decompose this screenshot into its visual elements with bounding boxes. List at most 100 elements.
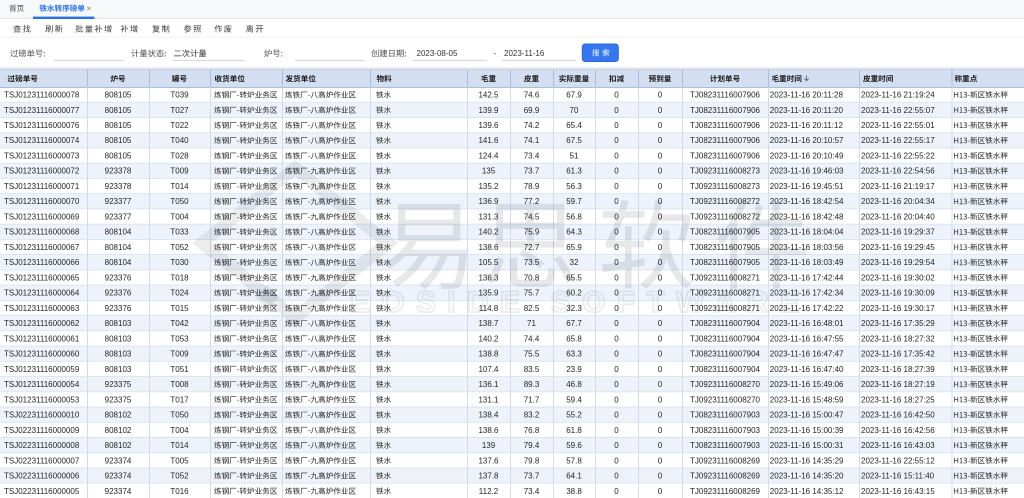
svg-text:78.9: 78.9 <box>524 182 540 191</box>
svg-text:2023-11-16 18:03:56: 2023-11-16 18:03:56 <box>770 243 844 252</box>
svg-text:70.8: 70.8 <box>524 273 540 282</box>
svg-text:114.8: 114.8 <box>479 304 499 313</box>
svg-text:TSJ01231116000078: TSJ01231116000078 <box>4 91 80 100</box>
svg-text:808103: 808103 <box>105 365 132 374</box>
svg-text:74.1: 74.1 <box>524 136 540 145</box>
svg-text:2023-11-16 18:27:39: 2023-11-16 18:27:39 <box>861 365 935 374</box>
svg-text:79.8: 79.8 <box>524 456 540 465</box>
svg-text:TSJ02231116000010: TSJ02231116000010 <box>4 411 80 420</box>
svg-text:2023-11-16 22:55:07: 2023-11-16 22:55:07 <box>861 106 935 115</box>
svg-text:808103: 808103 <box>105 319 132 328</box>
svg-text:2023-11-16 14:35:12: 2023-11-16 14:35:12 <box>770 487 844 496</box>
svg-text:TJ09231116008271: TJ09231116008271 <box>690 289 761 298</box>
svg-text:65.8: 65.8 <box>566 334 582 343</box>
svg-text:TJ08231116007904: TJ08231116007904 <box>690 319 761 328</box>
svg-text:0: 0 <box>658 487 663 496</box>
svg-text:808105: 808105 <box>105 136 132 145</box>
svg-text:TSJ02231116000006: TSJ02231116000006 <box>4 472 80 481</box>
svg-text:140.2: 140.2 <box>478 334 499 343</box>
svg-text:138.7: 138.7 <box>478 319 499 328</box>
svg-text:0: 0 <box>658 106 663 115</box>
svg-text:808105: 808105 <box>105 91 132 100</box>
svg-text:TSJ02231116000008: TSJ02231116000008 <box>4 441 80 450</box>
svg-text:136.1: 136.1 <box>478 380 499 389</box>
svg-text:0: 0 <box>658 441 663 450</box>
svg-text:T015: T015 <box>170 304 189 313</box>
svg-text:73.4: 73.4 <box>524 152 540 161</box>
svg-text:2023-11-16 20:11:12: 2023-11-16 20:11:12 <box>770 121 844 130</box>
svg-text:0: 0 <box>658 350 663 359</box>
svg-text:TSJ01231116000066: TSJ01231116000066 <box>4 258 80 267</box>
svg-text:77.2: 77.2 <box>524 197 540 206</box>
svg-text:TSJ02231116000005: TSJ02231116000005 <box>4 487 80 496</box>
svg-text:138.8: 138.8 <box>478 350 499 359</box>
svg-text:923375: 923375 <box>105 380 132 389</box>
svg-text:0: 0 <box>614 197 619 206</box>
svg-text:TSJ01231116000069: TSJ01231116000069 <box>4 212 80 221</box>
svg-text:T052: T052 <box>170 472 189 481</box>
svg-text:55.2: 55.2 <box>566 411 582 420</box>
svg-text:2023-11-16 22:55:12: 2023-11-16 22:55:12 <box>861 456 935 465</box>
svg-text:0: 0 <box>658 472 663 481</box>
svg-text:808103: 808103 <box>105 334 132 343</box>
svg-text:60.2: 60.2 <box>566 289 582 298</box>
svg-text:TJ08231116007903: TJ08231116007903 <box>690 441 761 450</box>
svg-text:74.6: 74.6 <box>524 91 540 100</box>
svg-text:TJ08231116007905: TJ08231116007905 <box>690 228 761 237</box>
svg-text:38.8: 38.8 <box>566 487 582 496</box>
svg-text:T033: T033 <box>170 228 189 237</box>
svg-text:TSJ01231116000074: TSJ01231116000074 <box>4 136 80 145</box>
svg-text:70: 70 <box>570 106 579 115</box>
svg-text:112.2: 112.2 <box>479 487 499 496</box>
svg-text:TSJ01231116000053: TSJ01231116000053 <box>4 395 80 404</box>
svg-text:74.5: 74.5 <box>524 212 540 221</box>
svg-text:TJ08231116007903: TJ08231116007903 <box>690 411 761 420</box>
svg-text:923377: 923377 <box>105 197 132 206</box>
svg-text:2023-11-16 21:19:17: 2023-11-16 21:19:17 <box>861 182 935 191</box>
svg-text:TJ08231116007905: TJ08231116007905 <box>690 258 761 267</box>
svg-text:TSJ01231116000073: TSJ01231116000073 <box>4 152 80 161</box>
svg-text:2023-11-16 19:29:54: 2023-11-16 19:29:54 <box>861 258 935 267</box>
svg-text:2023-11-16 20:04:40: 2023-11-16 20:04:40 <box>861 212 935 221</box>
svg-text:TSJ01231116000063: TSJ01231116000063 <box>4 304 80 313</box>
svg-text:0: 0 <box>614 106 619 115</box>
svg-text:2023-11-16 19:30:09: 2023-11-16 19:30:09 <box>861 289 935 298</box>
svg-text:135.9: 135.9 <box>478 289 499 298</box>
svg-text:TSJ01231116000059: TSJ01231116000059 <box>4 365 80 374</box>
svg-text:T039: T039 <box>170 91 189 100</box>
svg-text:73.7: 73.7 <box>524 167 540 176</box>
svg-text:2023-11-16 18:27:25: 2023-11-16 18:27:25 <box>861 395 935 404</box>
svg-text:TJ08231116007905: TJ08231116007905 <box>690 243 761 252</box>
svg-text:2023-11-16 18:27:32: 2023-11-16 18:27:32 <box>861 334 935 343</box>
svg-text:923374: 923374 <box>105 487 132 496</box>
svg-text:923378: 923378 <box>105 167 132 176</box>
svg-text:2023-11-16 17:42:44: 2023-11-16 17:42:44 <box>770 273 844 282</box>
svg-text:TSJ01231116000061: TSJ01231116000061 <box>4 334 80 343</box>
svg-text:2023-11-16 15:00:31: 2023-11-16 15:00:31 <box>770 441 844 450</box>
svg-text:82.5: 82.5 <box>524 304 540 313</box>
svg-text:136.3: 136.3 <box>478 273 499 282</box>
svg-text:2023-11-16 16:42:56: 2023-11-16 16:42:56 <box>861 426 935 435</box>
svg-text:57.8: 57.8 <box>566 456 582 465</box>
svg-text:2023-11-16 20:11:20: 2023-11-16 20:11:20 <box>770 106 844 115</box>
svg-text:T008: T008 <box>170 380 189 389</box>
svg-text:64.3: 64.3 <box>566 228 582 237</box>
svg-text:0: 0 <box>658 167 663 176</box>
svg-text:2023-11-16 20:04:34: 2023-11-16 20:04:34 <box>861 197 935 206</box>
svg-text:75.5: 75.5 <box>524 350 540 359</box>
svg-text:T022: T022 <box>170 121 189 130</box>
svg-text:0: 0 <box>614 273 619 282</box>
svg-text:T040: T040 <box>170 136 189 145</box>
svg-text:0: 0 <box>614 167 619 176</box>
svg-text:923377: 923377 <box>105 212 132 221</box>
svg-text:2023-11-16 16:42:50: 2023-11-16 16:42:50 <box>861 411 935 420</box>
svg-text:TJ08231116007903: TJ08231116007903 <box>690 426 761 435</box>
svg-text:2023-11-16 21:19:24: 2023-11-16 21:19:24 <box>861 91 935 100</box>
svg-text:808104: 808104 <box>105 243 132 252</box>
svg-text:TJ08231116007906: TJ08231116007906 <box>690 91 761 100</box>
svg-text:135.2: 135.2 <box>478 182 499 191</box>
svg-text:T004: T004 <box>170 426 189 435</box>
svg-text:923376: 923376 <box>105 304 132 313</box>
svg-text:TSJ01231116000065: TSJ01231116000065 <box>4 273 80 282</box>
svg-text:67.7: 67.7 <box>566 319 582 328</box>
